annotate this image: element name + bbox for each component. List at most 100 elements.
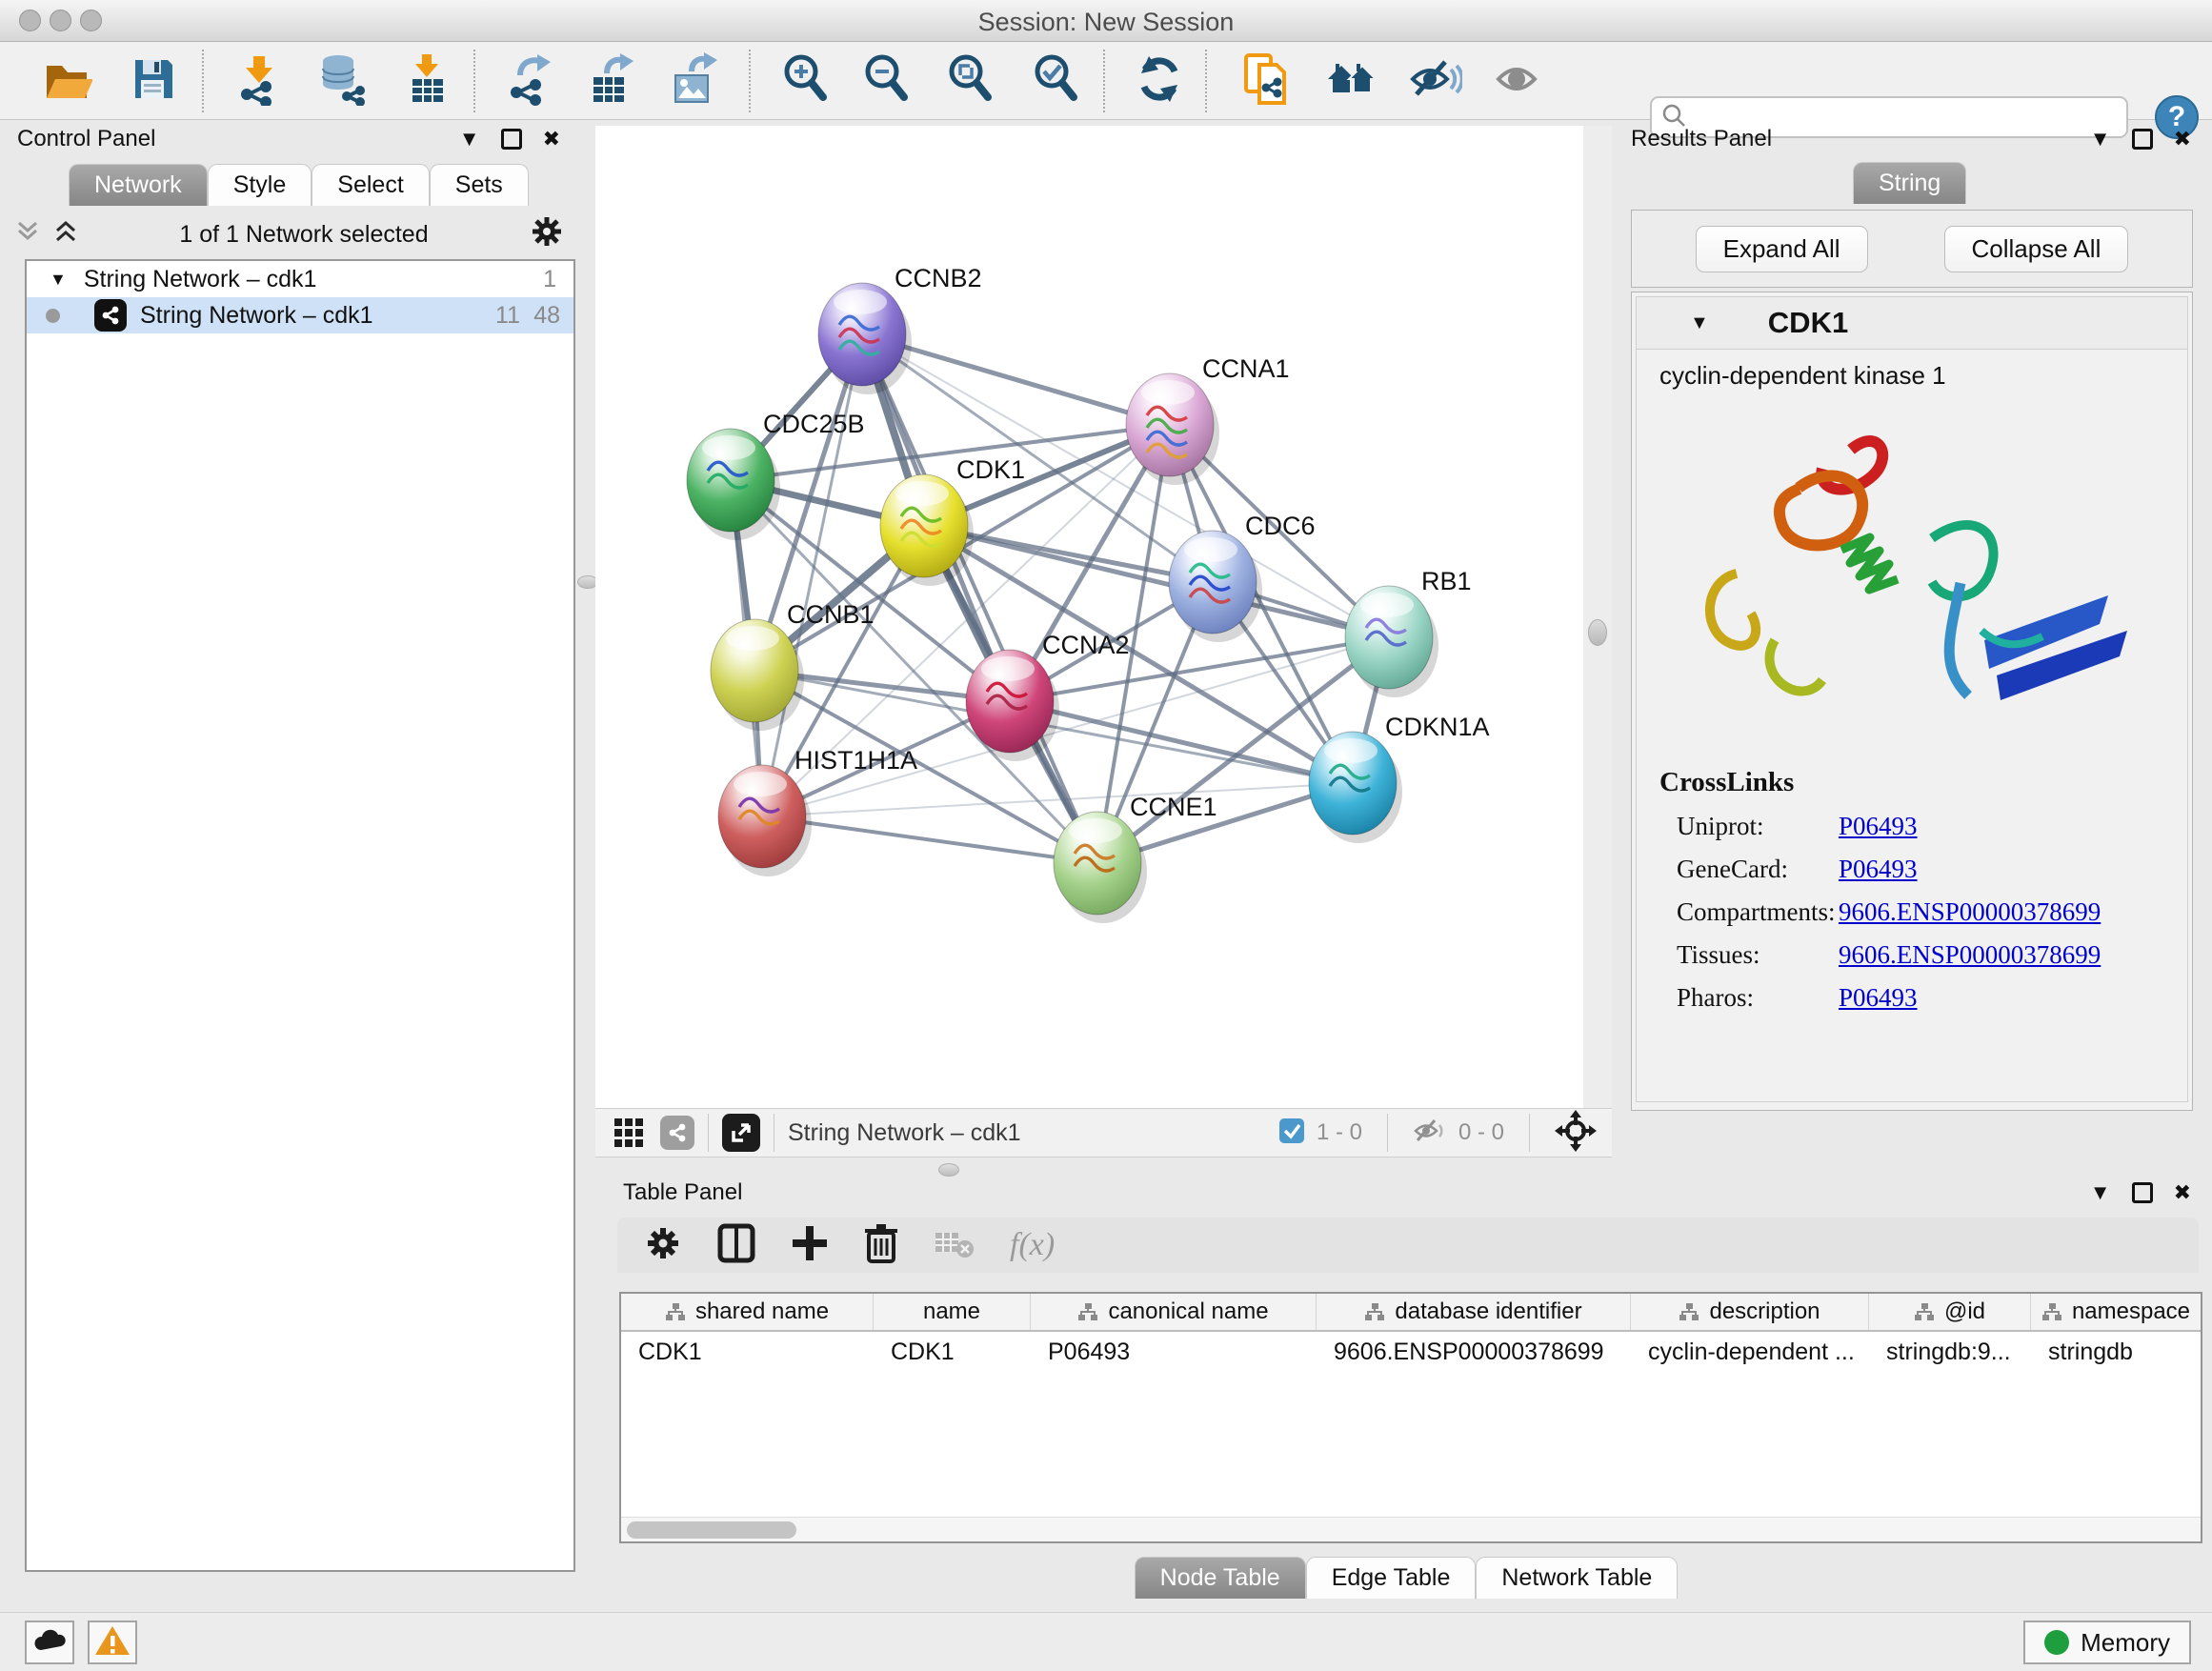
warnings-button[interactable] <box>88 1621 137 1664</box>
show-columns-icon[interactable] <box>716 1222 756 1269</box>
grid-view-icon[interactable] <box>613 1105 645 1160</box>
hide-selected-button[interactable] <box>1407 53 1462 109</box>
add-column-icon[interactable] <box>791 1222 829 1269</box>
table-row[interactable]: CDK1 CDK1 P06493 9606.ENSP00000378699 cy… <box>621 1332 2201 1372</box>
network-node-cdc25b[interactable]: CDC25B <box>687 410 865 540</box>
homes-button[interactable] <box>1324 53 1379 109</box>
network-badge-icon[interactable] <box>660 1116 694 1150</box>
expand-all-networks-icon[interactable] <box>53 217 78 252</box>
compartments-link[interactable]: 9606.ENSP00000378699 <box>1839 897 2101 927</box>
tab-select[interactable]: Select <box>312 164 429 206</box>
network-node-cdk1[interactable]: CDK1 <box>880 455 1025 586</box>
uniprot-link[interactable]: P06493 <box>1839 812 1918 841</box>
pharos-link[interactable]: P06493 <box>1839 983 1918 1013</box>
close-panel-icon[interactable]: ✖ <box>543 127 560 151</box>
update-network-button[interactable] <box>1132 53 1187 109</box>
tab-string[interactable]: String <box>1853 162 1966 204</box>
genecard-link[interactable]: P06493 <box>1839 855 1918 884</box>
refresh-icon <box>1133 52 1186 111</box>
import-network-button[interactable] <box>232 53 288 109</box>
network-node-ccna1[interactable]: CCNA1 <box>1126 354 1290 485</box>
network-node-rb1[interactable]: RB1 <box>1345 567 1472 697</box>
float-panel-icon[interactable] <box>2132 129 2153 150</box>
zoom-in-button[interactable] <box>778 53 834 109</box>
memory-label: Memory <box>2081 1628 2170 1658</box>
toolbar-divider <box>1387 1114 1388 1152</box>
cloud-status-button[interactable] <box>25 1621 74 1664</box>
memory-button[interactable]: Memory <box>2023 1621 2191 1664</box>
network-canvas-container[interactable]: CCNB2CCNA1CDC25BCDK1CDC6RB1CCNB1CCNA2CDK… <box>595 126 1583 1108</box>
tissues-link[interactable]: 9606.ENSP00000378699 <box>1839 940 2101 970</box>
zoom-fit-button[interactable] <box>943 53 998 109</box>
panel-menu-icon[interactable]: ▼ <box>459 127 480 151</box>
network-edge[interactable] <box>862 334 1097 863</box>
close-panel-icon[interactable]: ✖ <box>2174 127 2191 151</box>
network-scrollbar-thumb[interactable] <box>1588 619 1607 646</box>
export-network-button[interactable] <box>502 53 557 109</box>
expand-all-button[interactable]: Expand All <box>1696 226 1868 272</box>
table-settings-gear-icon[interactable] <box>644 1224 682 1267</box>
network-edge[interactable] <box>762 334 862 816</box>
delete-column-icon[interactable] <box>863 1221 899 1270</box>
float-panel-icon[interactable] <box>2132 1182 2153 1203</box>
zoom-in-icon <box>779 52 833 111</box>
network-node-hist1h1a[interactable]: HIST1H1A <box>718 746 917 876</box>
control-panel-title: Control Panel <box>17 126 155 152</box>
close-panel-icon[interactable]: ✖ <box>2174 1180 2191 1205</box>
network-scrollbar[interactable] <box>1583 126 1612 1108</box>
gene-description: cyclin-dependent kinase 1 <box>1637 350 2187 391</box>
column-header[interactable]: canonical name <box>1031 1294 1317 1330</box>
network-node-ccne1[interactable]: CCNE1 <box>1054 793 1217 923</box>
gene-section-header[interactable]: ▼ CDK1 <box>1636 296 2188 350</box>
eye-icon <box>1491 52 1546 111</box>
float-panel-icon[interactable] <box>501 129 522 150</box>
tab-style[interactable]: Style <box>208 164 312 206</box>
network-node-ccnb1[interactable]: CCNB1 <box>711 600 875 731</box>
collapse-all-networks-icon[interactable] <box>15 217 40 252</box>
node-table[interactable]: shared name name canonical name database… <box>619 1292 2202 1543</box>
tab-network-table[interactable]: Network Table <box>1476 1557 1678 1599</box>
column-header[interactable]: description <box>1631 1294 1869 1330</box>
column-type-icon <box>1077 1302 1098 1321</box>
column-header[interactable]: name <box>874 1294 1031 1330</box>
zoom-out-button[interactable] <box>859 53 915 109</box>
network-node-cdc6[interactable]: CDC6 <box>1169 512 1316 642</box>
import-table-button[interactable] <box>400 53 455 109</box>
tab-sets[interactable]: Sets <box>430 164 529 206</box>
tab-node-table[interactable]: Node Table <box>1135 1557 1306 1599</box>
network-collection-row[interactable]: ▼ String Network – cdk1 1 <box>27 261 573 297</box>
table-horizontal-scrollbar[interactable] <box>621 1517 2201 1541</box>
tab-edge-table[interactable]: Edge Table <box>1306 1557 1477 1599</box>
collapse-all-button[interactable]: Collapse All <box>1944 226 2129 272</box>
column-header[interactable]: @id <box>1869 1294 2031 1330</box>
network-row-selected[interactable]: String Network – cdk1 11 48 <box>27 297 573 333</box>
horizontal-splitter-handle[interactable] <box>938 1163 959 1177</box>
export-table-button[interactable] <box>583 53 638 109</box>
network-edge[interactable] <box>762 816 1097 863</box>
open-file-button[interactable] <box>38 53 93 109</box>
column-header[interactable]: database identifier <box>1317 1294 1631 1330</box>
fit-selected-crosshair-icon[interactable] <box>1555 1110 1597 1157</box>
section-collapse-icon[interactable]: ▼ <box>1690 312 1709 334</box>
panel-menu-icon[interactable]: ▼ <box>2090 127 2111 151</box>
birdseye-view-icon[interactable] <box>722 1114 760 1152</box>
panel-menu-icon[interactable]: ▼ <box>2090 1180 2111 1205</box>
export-image-button[interactable] <box>666 53 721 109</box>
duplicate-network-button[interactable] <box>1238 53 1294 109</box>
table-scrollbar-thumb[interactable] <box>627 1521 796 1539</box>
network-options-gear-icon[interactable] <box>530 214 564 255</box>
show-all-button[interactable] <box>1491 53 1546 109</box>
network-edge[interactable] <box>1010 701 1353 783</box>
string-network-icon <box>94 299 127 332</box>
column-header[interactable]: namespace <box>2031 1294 2201 1330</box>
import-database-button[interactable] <box>314 53 370 109</box>
tab-network[interactable]: Network <box>69 164 208 206</box>
save-session-button[interactable] <box>126 53 181 109</box>
column-header[interactable]: shared name <box>621 1294 874 1330</box>
tree-collapse-icon[interactable]: ▼ <box>50 270 67 290</box>
warning-icon <box>94 1624 131 1661</box>
network-node-cdkn1a[interactable]: CDKN1A <box>1309 713 1490 843</box>
network-node-ccnb2[interactable]: CCNB2 <box>818 264 982 394</box>
zoom-selected-button[interactable] <box>1029 53 1084 109</box>
toolbar-separator <box>749 50 751 112</box>
